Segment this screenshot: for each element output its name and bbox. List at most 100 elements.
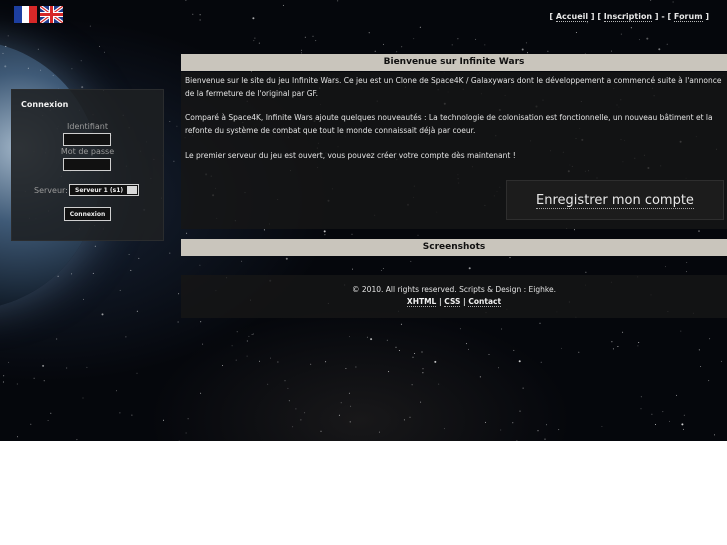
star <box>8 361 10 363</box>
star <box>99 45 101 47</box>
star <box>611 341 613 343</box>
star <box>235 359 237 361</box>
star <box>682 428 684 430</box>
star <box>128 254 130 255</box>
star <box>169 121 171 122</box>
star <box>686 271 687 273</box>
server-select[interactable]: Serveur 1 (s1) <box>69 184 139 196</box>
star <box>42 364 45 367</box>
star <box>173 160 175 162</box>
star <box>681 423 684 426</box>
star <box>521 48 524 51</box>
star <box>17 436 18 438</box>
star <box>468 348 469 350</box>
star <box>277 361 279 363</box>
screenshots-header: Screenshots <box>181 239 727 256</box>
star <box>721 360 722 362</box>
star <box>540 361 542 363</box>
star <box>37 48 39 50</box>
star <box>252 333 254 335</box>
star <box>422 372 424 374</box>
star <box>383 43 384 45</box>
star <box>558 429 560 431</box>
star <box>241 260 243 262</box>
star <box>27 67 29 69</box>
star <box>304 36 306 38</box>
star <box>349 421 351 423</box>
star <box>351 233 353 235</box>
star <box>646 37 649 40</box>
star <box>512 422 514 424</box>
star <box>498 367 499 369</box>
star <box>700 366 702 367</box>
star <box>539 322 541 324</box>
star <box>82 397 84 399</box>
star <box>5 45 7 47</box>
star <box>169 252 171 254</box>
star <box>420 401 422 403</box>
star <box>546 424 547 426</box>
footer-link-css[interactable]: CSS <box>444 297 461 307</box>
login-title: Connexion <box>21 100 69 109</box>
star <box>386 339 388 341</box>
star <box>340 402 342 404</box>
star <box>125 336 127 338</box>
star <box>136 372 138 374</box>
star <box>199 14 201 16</box>
star <box>130 269 132 271</box>
footer-link-xhtml[interactable]: XHTML <box>406 297 437 307</box>
welcome-paragraph-3: Le premier serveur du jeu est ouvert, vo… <box>185 151 516 160</box>
star <box>485 421 486 423</box>
star <box>2 381 4 383</box>
star <box>640 396 642 398</box>
star <box>488 354 490 355</box>
flag-uk-icon[interactable] <box>38 4 65 25</box>
star <box>651 413 653 415</box>
star <box>451 44 453 46</box>
login-button[interactable]: Connexion <box>64 207 111 221</box>
star <box>698 349 700 351</box>
star <box>662 411 664 413</box>
star <box>355 366 357 368</box>
star <box>338 414 340 416</box>
nav-link-forum[interactable]: Forum <box>673 12 703 22</box>
star <box>410 260 412 262</box>
flag-fr-icon[interactable] <box>14 6 37 23</box>
star <box>236 331 238 333</box>
register-account-button[interactable]: Enregistrer mon compte <box>506 180 724 220</box>
star <box>252 17 255 20</box>
star <box>71 273 73 275</box>
nav-link-inscription[interactable]: Inscription <box>603 12 653 22</box>
star <box>611 50 612 52</box>
star <box>400 323 402 325</box>
star <box>466 343 467 345</box>
star <box>187 418 189 420</box>
star <box>43 380 45 382</box>
star <box>640 408 642 410</box>
star <box>323 230 326 233</box>
star <box>438 383 440 385</box>
username-input[interactable] <box>63 133 111 146</box>
star <box>547 50 549 52</box>
star <box>76 439 78 441</box>
star <box>304 412 306 414</box>
star <box>178 440 180 441</box>
star <box>388 371 390 373</box>
password-input[interactable] <box>63 158 111 171</box>
star <box>199 264 201 266</box>
star <box>315 40 317 42</box>
star <box>638 39 640 41</box>
star <box>380 270 382 271</box>
star <box>686 262 688 263</box>
star <box>185 432 187 434</box>
star <box>295 408 297 410</box>
star <box>352 268 353 270</box>
star <box>251 334 253 335</box>
star <box>92 272 94 274</box>
star <box>414 353 416 354</box>
star <box>7 35 9 37</box>
star <box>200 392 202 394</box>
footer-link-contact[interactable]: Contact <box>468 297 502 307</box>
star <box>3 375 5 377</box>
nav-link-accueil[interactable]: Accueil <box>555 12 589 22</box>
